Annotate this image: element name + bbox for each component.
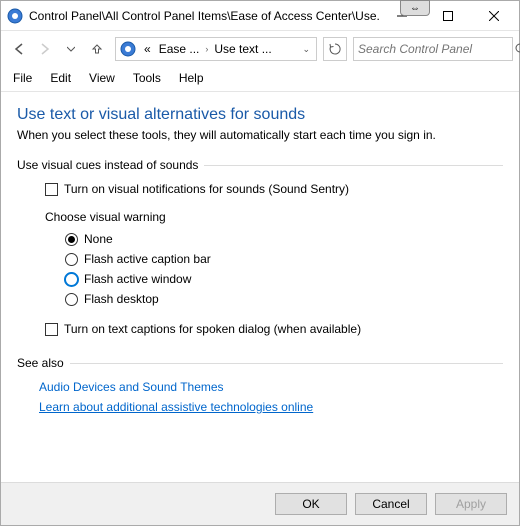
radio-label: None [84, 232, 113, 246]
radio-label: Flash active window [84, 272, 191, 286]
group-label: Use visual cues instead of sounds [17, 158, 198, 172]
subhead-visual-warning: Choose visual warning [45, 210, 503, 224]
breadcrumb-overflow[interactable]: « [140, 42, 155, 56]
radio-flash-caption[interactable]: Flash active caption bar [65, 252, 503, 266]
radio-flash-window[interactable]: Flash active window [65, 272, 503, 286]
checkbox-sound-sentry[interactable]: Turn on visual notifications for sounds … [45, 182, 503, 196]
cancel-button[interactable]: Cancel [355, 493, 427, 515]
drag-handle-icon[interactable]: ⇔ [400, 0, 430, 16]
checkbox-label: Turn on visual notifications for sounds … [64, 182, 349, 196]
chevron-right-icon: › [203, 44, 210, 54]
radio-icon [65, 273, 78, 286]
nav-toolbar: « Ease ... › Use text ... ⌄ [1, 31, 519, 67]
menu-edit[interactable]: Edit [50, 71, 71, 85]
button-bar: OK Cancel Apply [1, 482, 519, 525]
page-title: Use text or visual alternatives for soun… [17, 106, 503, 124]
close-button[interactable] [471, 1, 517, 31]
checkbox-icon [45, 183, 58, 196]
title-bar: Control Panel\All Control Panel Items\Ea… [1, 1, 519, 31]
radio-icon [65, 253, 78, 266]
radio-label: Flash desktop [84, 292, 159, 306]
checkbox-label: Turn on text captions for spoken dialog … [64, 322, 361, 336]
apply-button: Apply [435, 493, 507, 515]
content-area: Use text or visual alternatives for soun… [1, 92, 519, 482]
address-icon [120, 41, 136, 57]
menu-tools[interactable]: Tools [133, 71, 161, 85]
group-label: See also [17, 356, 64, 370]
radio-icon [65, 233, 78, 246]
checkbox-text-captions[interactable]: Turn on text captions for spoken dialog … [17, 322, 503, 336]
breadcrumb-usetext[interactable]: Use text ... [210, 42, 275, 56]
checkbox-icon [45, 323, 58, 336]
group-see-also: See also [17, 356, 503, 370]
recent-locations-button[interactable] [59, 37, 83, 61]
radio-icon [65, 293, 78, 306]
control-panel-icon [7, 8, 23, 24]
radio-flash-desktop[interactable]: Flash desktop [65, 292, 503, 306]
search-input[interactable] [358, 42, 515, 56]
menu-help[interactable]: Help [179, 71, 204, 85]
maximize-button[interactable] [425, 1, 471, 31]
search-box[interactable] [353, 37, 513, 61]
radio-label: Flash active caption bar [84, 252, 211, 266]
menu-bar: File Edit View Tools Help [1, 67, 519, 92]
ok-button[interactable]: OK [275, 493, 347, 515]
address-dropdown[interactable]: ⌄ [298, 44, 314, 55]
window-title: Control Panel\All Control Panel Items\Ea… [29, 9, 379, 23]
up-button[interactable] [85, 37, 109, 61]
search-icon[interactable] [515, 43, 520, 56]
back-button[interactable] [7, 37, 31, 61]
breadcrumb-ease[interactable]: Ease ... [155, 42, 204, 56]
radio-none[interactable]: None [65, 232, 503, 246]
address-bar[interactable]: « Ease ... › Use text ... ⌄ [115, 37, 317, 61]
menu-view[interactable]: View [89, 71, 115, 85]
page-subtitle: When you select these tools, they will a… [17, 128, 503, 142]
menu-file[interactable]: File [13, 71, 32, 85]
group-visual-cues: Use visual cues instead of sounds [17, 158, 503, 172]
refresh-button[interactable] [323, 37, 347, 61]
link-assistive-tech[interactable]: Learn about additional assistive technol… [39, 400, 503, 414]
forward-button[interactable] [33, 37, 57, 61]
link-audio-devices[interactable]: Audio Devices and Sound Themes [39, 380, 503, 394]
